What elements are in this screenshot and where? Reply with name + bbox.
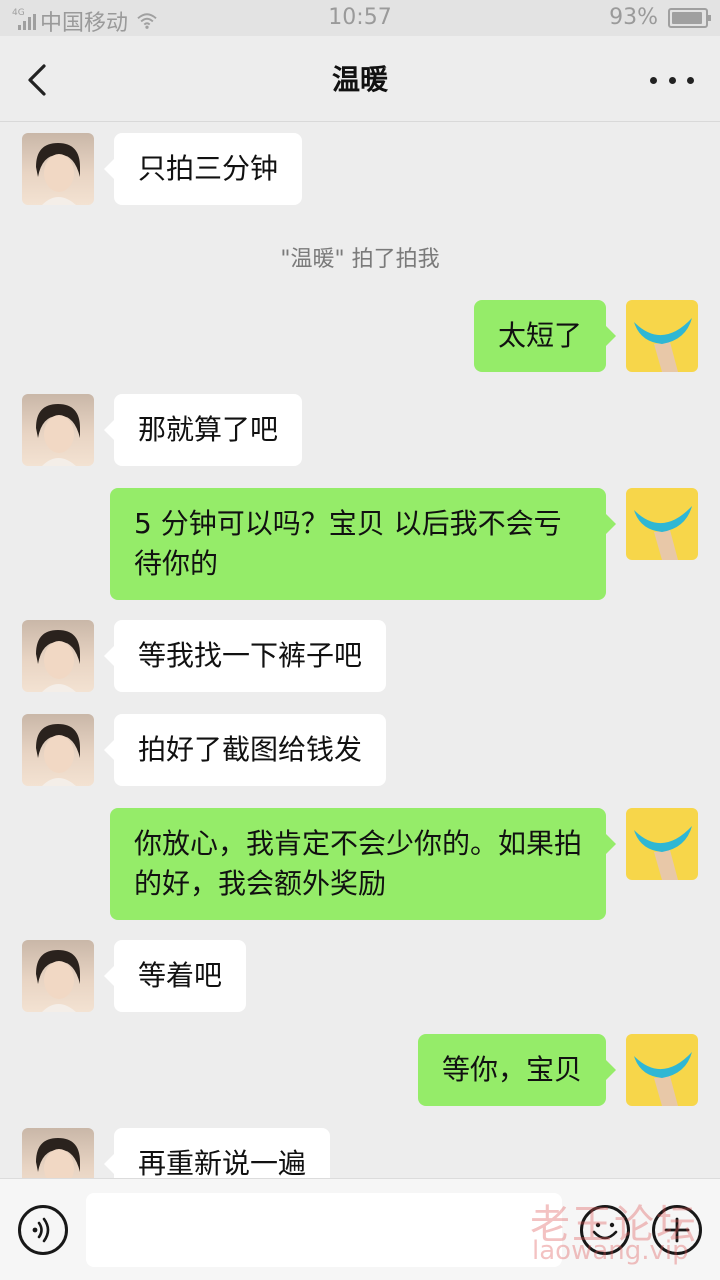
message-bubble-outgoing[interactable]: 5 分钟可以吗？宝贝 以后我不会亏待你的 (110, 488, 616, 600)
more-dots-icon[interactable] (650, 66, 694, 94)
her-avatar[interactable] (22, 620, 94, 692)
watermark-url: laowang.vip (532, 1236, 689, 1266)
nav-bar: 温暖 (0, 36, 720, 122)
her-avatar[interactable] (22, 1128, 94, 1178)
message-bubble-incoming[interactable]: 拍好了截图给钱发 (103, 714, 387, 786)
my-avatar[interactable] (626, 300, 698, 372)
message-bubble-outgoing[interactable]: 等你，宝贝 (417, 1034, 617, 1106)
voice-icon[interactable] (18, 1205, 68, 1255)
message-bubble-incoming[interactable]: 那就算了吧 (103, 394, 303, 466)
status-right: 93% (609, 5, 711, 30)
chat-title: 温暖 (331, 63, 388, 96)
message-bubble-incoming[interactable]: 等我找一下裤子吧 (103, 620, 387, 692)
message-bubble-incoming[interactable]: 等着吧 (103, 940, 247, 1012)
message-bubble-outgoing[interactable]: 你放心，我肯定不会少你的。如果拍的好，我会额外奖励 (110, 808, 616, 920)
her-avatar[interactable] (22, 940, 94, 1012)
status-bar: 4G 中国移动 10:57 93% (0, 0, 720, 36)
system-message: "温暖" 拍了拍我 (280, 247, 440, 272)
my-avatar[interactable] (626, 808, 698, 880)
her-avatar[interactable] (22, 133, 94, 205)
message-bubble-incoming[interactable]: 只拍三分钟 (103, 133, 303, 205)
her-avatar[interactable] (22, 714, 94, 786)
message-bubble-outgoing[interactable]: 太短了 (473, 300, 617, 372)
battery-icon (668, 7, 711, 28)
message-input[interactable] (86, 1193, 562, 1267)
battery-fill (672, 11, 702, 24)
chat-area[interactable]: 只拍三分钟 "温暖" 拍了拍我 太短了 那就算了吧 5 分钟可以吗？宝贝 以后我… (0, 123, 720, 1178)
my-avatar[interactable] (626, 488, 698, 560)
message-bubble-incoming[interactable]: 再重新说一遍 (103, 1128, 331, 1178)
battery-percent: 93% (609, 5, 658, 30)
her-avatar[interactable] (22, 394, 94, 466)
my-avatar[interactable] (626, 1034, 698, 1106)
